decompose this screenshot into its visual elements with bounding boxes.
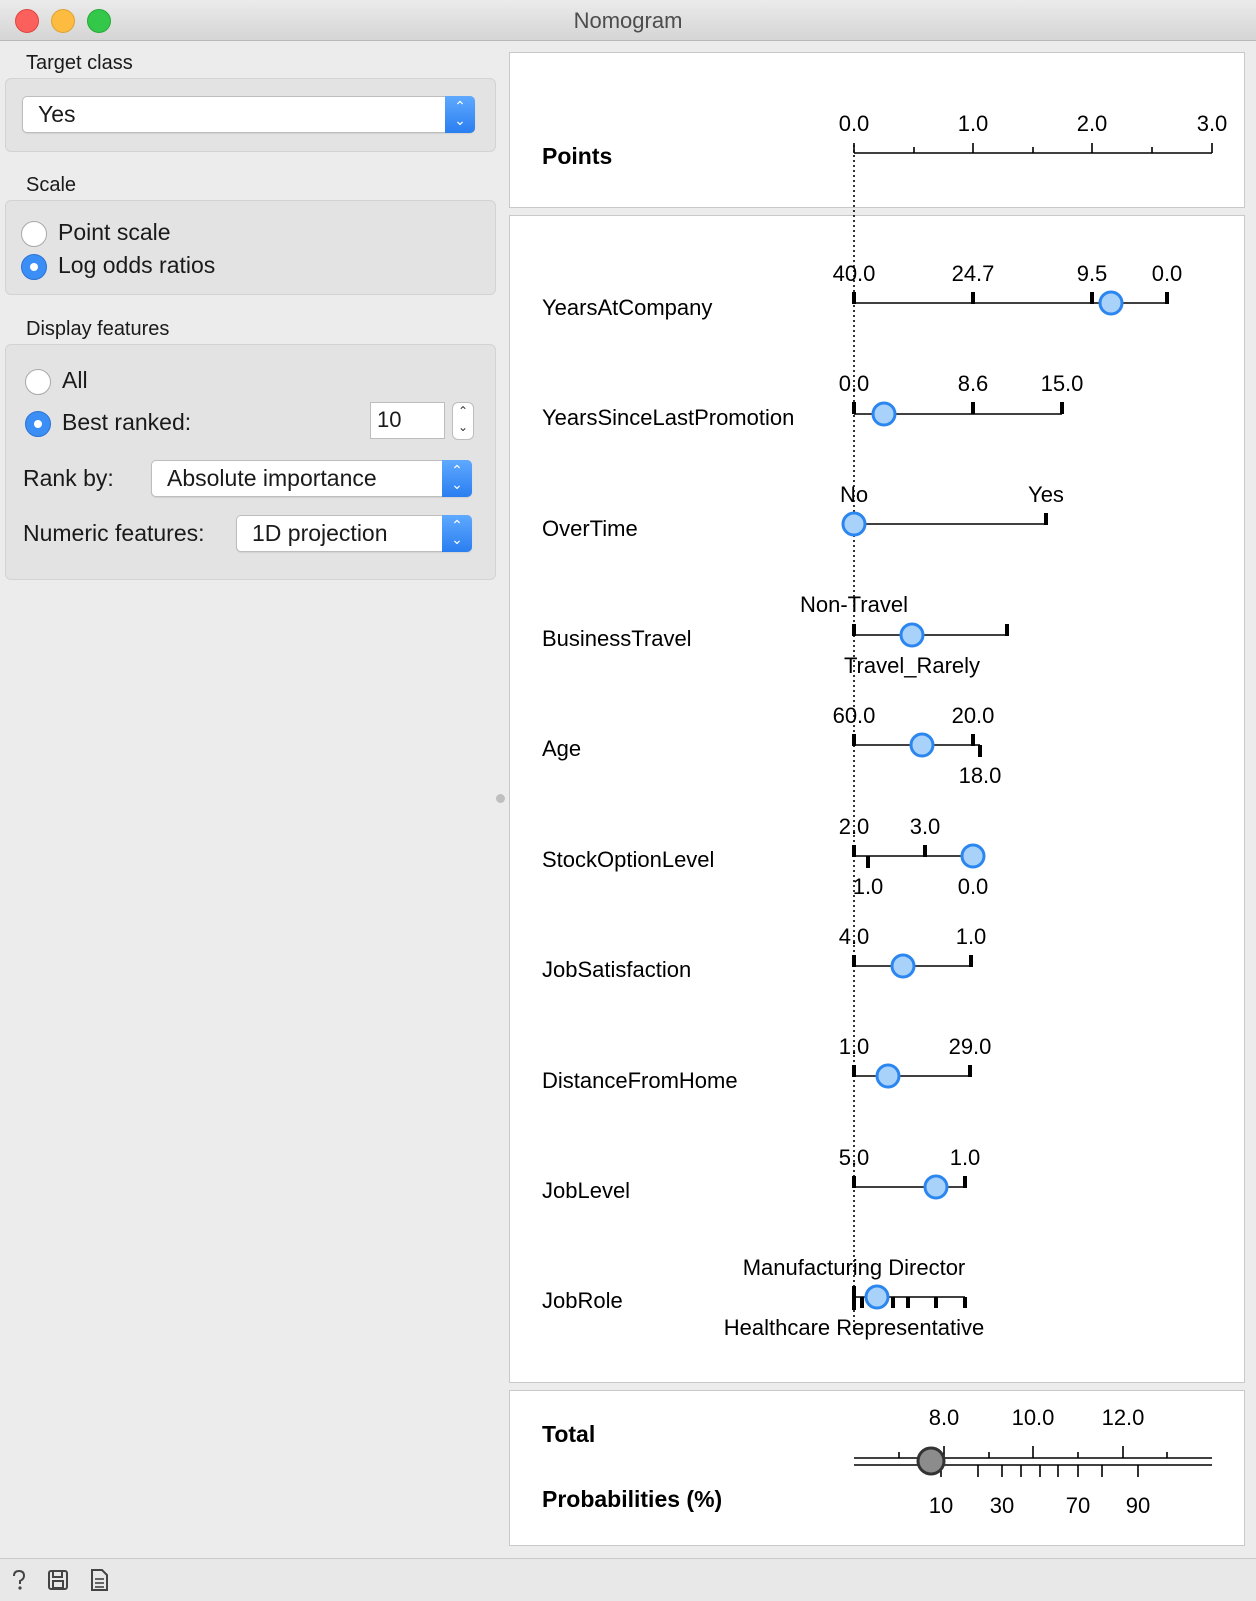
title-bar: Nomogram (0, 0, 1256, 41)
point-scale-radio[interactable] (21, 221, 47, 247)
all-features-radio[interactable] (25, 369, 51, 395)
rank-by-value: Absolute importance (167, 465, 377, 491)
scale-label: Scale (26, 174, 77, 196)
display-features-label: Display features (26, 318, 170, 340)
target-class-box: Yes ⌃ ⌄ (5, 78, 496, 152)
window-title: Nomogram (573, 8, 683, 33)
numeric-features-label: Numeric features: (23, 520, 205, 546)
combo-arrows-icon: ⌃ ⌄ (445, 96, 475, 133)
numeric-features-combo[interactable]: 1D projection ⌃ ⌄ (236, 515, 472, 552)
features-panel (509, 215, 1245, 1383)
best-ranked-stepper[interactable]: ⌃ ⌄ (452, 402, 474, 440)
help-icon[interactable] (8, 1568, 30, 1592)
status-bar (0, 1558, 1256, 1601)
best-ranked-input[interactable]: 10 (370, 402, 445, 439)
rank-by-label: Rank by: (23, 465, 114, 491)
combo-arrows-icon: ⌃ ⌄ (442, 460, 472, 497)
splitter-handle[interactable] (496, 794, 505, 803)
scale-box: Point scale Log odds ratios (5, 200, 496, 295)
target-class-label: Target class (26, 52, 133, 74)
target-class-combo[interactable]: Yes ⌃ ⌄ (22, 96, 475, 133)
save-icon[interactable] (47, 1568, 69, 1592)
combo-arrows-icon: ⌃ ⌄ (442, 515, 472, 552)
target-class-value: Yes (38, 101, 76, 127)
report-icon[interactable] (88, 1568, 110, 1592)
all-features-label: All (62, 367, 88, 393)
best-ranked-radio[interactable] (25, 411, 51, 437)
log-odds-label: Log odds ratios (58, 252, 216, 278)
rank-by-combo[interactable]: Absolute importance ⌃ ⌄ (151, 460, 472, 497)
points-panel (509, 52, 1245, 208)
display-features-box: All Best ranked: 10 ⌃ ⌄ Rank by: Absolute… (5, 344, 496, 580)
numeric-features-value: 1D projection (252, 520, 388, 546)
point-scale-label: Point scale (58, 219, 171, 245)
total-panel (509, 1390, 1245, 1546)
best-ranked-label: Best ranked: (62, 409, 192, 435)
log-odds-radio[interactable] (21, 254, 47, 280)
